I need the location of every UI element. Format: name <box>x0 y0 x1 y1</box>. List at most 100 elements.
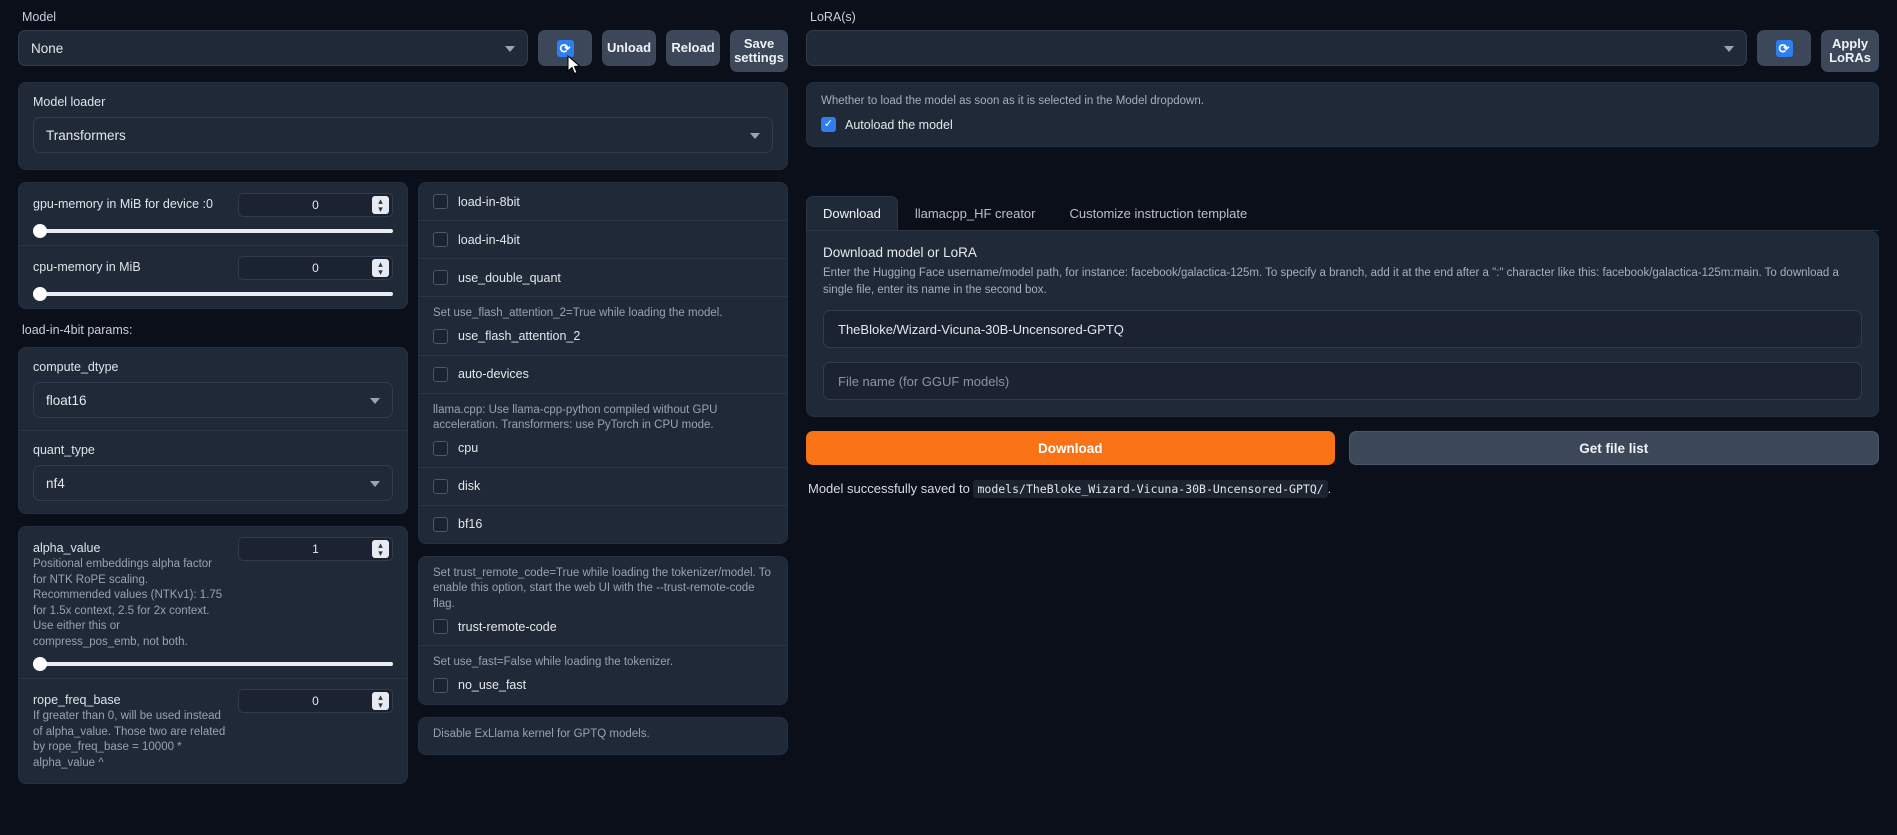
checkbox-row-trust-remote-code[interactable]: trust-remote-code <box>419 612 787 635</box>
model-loader-value: Transformers <box>46 127 126 143</box>
checkbox-row-no-use-fast[interactable]: no_use_fast <box>419 671 787 693</box>
no-use-fast-checkbox[interactable] <box>433 677 448 693</box>
load-in-8bit-checkbox[interactable] <box>433 194 448 209</box>
rope-freq-base-description: If greater than 0, will be used instead … <box>33 710 226 769</box>
gpu-memory-slider[interactable] <box>33 224 393 238</box>
compute-dtype-block: compute_dtype float16 <box>19 348 407 430</box>
stepper-icon[interactable]: ▴ ▾ <box>372 196 389 214</box>
checkbox-row-use-double-quant[interactable]: use_double_quant <box>419 259 787 297</box>
slider-thumb[interactable] <box>33 287 47 301</box>
rope-freq-base-numberbox[interactable]: 0 ▴ ▾ <box>238 689 393 714</box>
refresh-loras-button[interactable]: ⟳ <box>1757 30 1811 66</box>
rope-freq-base-label: rope_freq_base <box>33 693 121 708</box>
checkbox-row-load-in-8bit[interactable]: load-in-8bit <box>419 183 787 221</box>
cpu-checkbox[interactable] <box>433 440 448 456</box>
chevron-down-icon <box>1724 46 1734 52</box>
trust-remote-code-checkbox[interactable] <box>433 619 448 635</box>
autoload-checkbox-row[interactable]: ✓ Autoload the model <box>821 117 1864 132</box>
compute-dtype-dropdown[interactable]: float16 <box>33 382 393 418</box>
quant-selects-panel: compute_dtype float16 quant_type nf4 <box>18 347 408 514</box>
file-name-input[interactable]: File name (for GGUF models) <box>823 362 1862 401</box>
download-tabs: Download llamacpp_HF creator Customize i… <box>806 196 1879 231</box>
chevron-down-icon <box>505 46 516 52</box>
refresh-models-button[interactable]: ⟳ <box>538 30 592 75</box>
use-flash-attention-2-checkbox[interactable] <box>433 328 448 344</box>
use-flash-attention-2-hint: Set use_flash_attention_2=True while loa… <box>433 307 723 319</box>
checkbox-row-bf16[interactable]: bf16 <box>419 506 787 543</box>
gpu-memory-value: 0 <box>312 198 319 212</box>
checkbox-row-cpu[interactable]: cpu <box>419 434 787 456</box>
compute-dtype-value: float16 <box>46 392 87 408</box>
bf16-label: bf16 <box>458 517 483 532</box>
get-file-list-button-label: Get file list <box>1579 440 1649 456</box>
model-path-input-value: TheBloke/Wizard-Vicuna-30B-Uncensored-GP… <box>838 321 1124 337</box>
chevron-down-icon <box>370 398 380 404</box>
gpu-memory-numberbox[interactable]: 0 ▴ ▾ <box>238 193 393 217</box>
tab-download[interactable]: Download <box>806 196 898 230</box>
bf16-checkbox[interactable] <box>433 516 448 532</box>
use-flash-attention-2-label: use_flash_attention_2 <box>458 329 581 344</box>
loader-autoload-row: Model loader Transformers Whether to loa… <box>18 72 1879 170</box>
cpu-memory-slider[interactable] <box>33 287 393 301</box>
cpu-section: llama.cpp: Use llama-cpp-python compiled… <box>419 394 787 468</box>
model-dropdown[interactable]: None <box>18 30 529 66</box>
unload-button-label: Unload <box>606 40 652 56</box>
save-settings-button[interactable]: Save settings <box>730 30 788 72</box>
use-double-quant-checkbox[interactable] <box>433 270 448 285</box>
disk-checkbox[interactable] <box>433 478 448 494</box>
lora-dropdown[interactable] <box>806 30 1747 66</box>
slider-row-cpu-memory: cpu-memory in MiB 0 ▴ ▾ <box>19 246 407 308</box>
quant-type-dropdown[interactable]: nf4 <box>33 465 393 501</box>
chevron-down-icon <box>750 133 760 139</box>
checkbox-row-disk[interactable]: disk <box>419 468 787 506</box>
model-path-input[interactable]: TheBloke/Wizard-Vicuna-30B-Uncensored-GP… <box>823 310 1862 349</box>
alpha-value-description: Positional embeddings alpha factor for N… <box>33 558 223 648</box>
slider-thumb[interactable] <box>33 657 47 672</box>
checkbox-row-load-in-4bit[interactable]: load-in-4bit <box>419 221 787 259</box>
quant-type-label: quant_type <box>33 443 95 457</box>
apply-loras-button[interactable]: Apply LoRAs <box>1821 30 1879 72</box>
auto-devices-label: auto-devices <box>458 367 529 382</box>
download-panel-description: Enter the Hugging Face username/model pa… <box>823 267 1839 296</box>
quant-type-value: nf4 <box>46 475 65 491</box>
autoload-panel: Whether to load the model as soon as it … <box>806 82 1879 147</box>
trust-remote-code-section: Set trust_remote_code=True while loading… <box>419 557 787 647</box>
no-use-fast-hint: Set use_fast=False while loading the tok… <box>433 656 674 669</box>
checkbox-group-1: load-in-8bit load-in-4bit use_double_qua… <box>418 182 788 544</box>
cpu-memory-numberbox[interactable]: 0 ▴ ▾ <box>238 256 393 280</box>
lora-label: LoRA(s) <box>810 10 856 24</box>
download-button-label: Download <box>1038 440 1103 456</box>
tab-download-label: Download <box>823 206 881 221</box>
auto-devices-checkbox[interactable] <box>433 366 448 382</box>
model-loader-dropdown[interactable]: Transformers <box>33 117 773 153</box>
reload-button-label: Reload <box>671 40 715 56</box>
autoload-checkbox[interactable]: ✓ <box>821 117 836 132</box>
checkbox-row-auto-devices[interactable]: auto-devices <box>419 356 787 394</box>
refresh-icon: ⟳ <box>556 39 574 57</box>
load-in-4bit-checkbox[interactable] <box>433 232 448 247</box>
main-settings-area: gpu-memory in MiB for device :0 0 ▴ ▾ cpu… <box>18 182 1879 785</box>
stepper-icon[interactable]: ▴ ▾ <box>372 540 389 558</box>
cpu-label: cpu <box>458 441 479 456</box>
checkbox-row-use-flash-attention-2[interactable]: use_flash_attention_2 <box>419 322 787 344</box>
unload-button[interactable]: Unload <box>602 30 656 66</box>
tab-customize-instruction-template[interactable]: Customize instruction template <box>1052 196 1264 230</box>
trust-remote-code-label: trust-remote-code <box>458 619 557 634</box>
alpha-value-label: alpha_value <box>33 541 101 555</box>
get-file-list-button[interactable]: Get file list <box>1348 431 1879 466</box>
slider-thumb[interactable] <box>33 224 47 238</box>
stepper-icon[interactable]: ▴ ▾ <box>372 692 389 711</box>
model-dropdown-value: None <box>31 40 64 56</box>
tab-llamacpp-hf-creator-label: llamacpp_HF creator <box>914 206 1036 221</box>
tab-llamacpp-hf-creator[interactable]: llamacpp_HF creator <box>898 196 1053 230</box>
model-loader-column: Model loader Transformers <box>18 72 788 170</box>
alpha-value-slider[interactable] <box>33 657 393 672</box>
download-button[interactable]: Download <box>806 431 1335 466</box>
checkbox-group-3: Disable ExLlama kernel for GPTQ models. <box>418 716 788 756</box>
alpha-value-numberbox[interactable]: 1 ▴ ▾ <box>238 537 393 561</box>
cpu-memory-label: cpu-memory in MiB <box>33 260 141 274</box>
alpha-value-value: 1 <box>312 542 319 556</box>
reload-button[interactable]: Reload <box>666 30 720 66</box>
flash-attention-section: Set use_flash_attention_2=True while loa… <box>419 297 787 356</box>
stepper-icon[interactable]: ▴ ▾ <box>372 259 389 277</box>
